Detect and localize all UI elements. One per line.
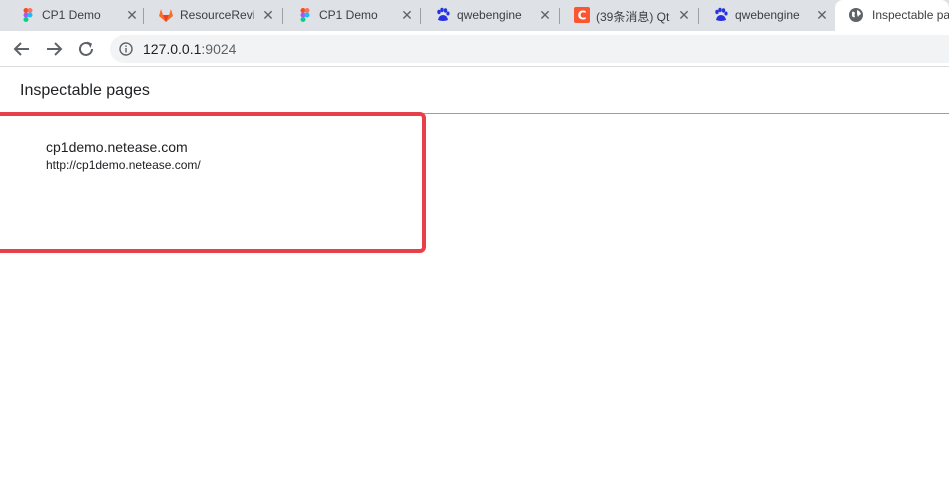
url-text[interactable]: 127.0.0.1:9024 [143, 41, 236, 57]
reload-icon[interactable] [75, 38, 97, 60]
tab-inspectable-pages[interactable]: Inspectable pages [835, 0, 949, 31]
tab-csdn[interactable]: C (39条消息) Qt ✕ [560, 0, 699, 31]
close-icon[interactable]: ✕ [536, 6, 554, 24]
tab-qwebengine-1[interactable]: qwebengine ✕ [421, 0, 560, 31]
tab-title: qwebengine [735, 8, 800, 22]
browser-toolbar: 127.0.0.1:9024 [0, 31, 949, 67]
tab-figma-1[interactable]: CP1 Demo - Figma ✕ [6, 0, 144, 31]
close-icon[interactable]: ✕ [398, 6, 416, 24]
figma-icon [300, 8, 310, 22]
back-arrow-icon[interactable] [11, 38, 33, 60]
page-title: Inspectable pages [20, 82, 150, 99]
close-icon[interactable]: ✕ [675, 6, 693, 24]
tab-title: (39条消息) Qt [596, 10, 670, 24]
tab-title: qwebengine [457, 8, 522, 22]
tab-title: ResourceReview [180, 8, 254, 22]
close-icon[interactable]: ✕ [259, 6, 277, 24]
tab-title: Inspectable pages [872, 8, 949, 22]
url-host: 127.0.0.1 [143, 41, 202, 57]
close-icon[interactable]: ✕ [123, 6, 141, 24]
csdn-icon: C [574, 7, 590, 23]
tab-strip: CP1 Demo - Figma ✕ ResourceReview ✕ CP1 … [0, 0, 949, 31]
svg-text:C: C [578, 9, 587, 23]
figma-icon [23, 8, 33, 22]
baidu-paw-icon [437, 7, 450, 21]
tab-title: CP1 Demo - Figma [319, 8, 381, 22]
highlight-box [0, 112, 426, 253]
forward-arrow-icon[interactable] [43, 38, 65, 60]
url-port: :9024 [201, 41, 237, 57]
baidu-paw-icon [715, 7, 728, 21]
address-bar[interactable]: 127.0.0.1:9024 [110, 35, 949, 63]
globe-icon [849, 8, 863, 22]
tab-title: CP1 Demo - Figma [42, 8, 104, 22]
gitlab-icon [159, 9, 173, 22]
info-icon[interactable] [119, 42, 133, 56]
tab-figma-2[interactable]: CP1 Demo - Figma ✕ [283, 0, 421, 31]
close-icon[interactable]: ✕ [813, 6, 831, 24]
tab-qwebengine-2[interactable]: qwebengine ✕ [699, 0, 835, 31]
tab-gitlab[interactable]: ResourceReview ✕ [144, 0, 283, 31]
